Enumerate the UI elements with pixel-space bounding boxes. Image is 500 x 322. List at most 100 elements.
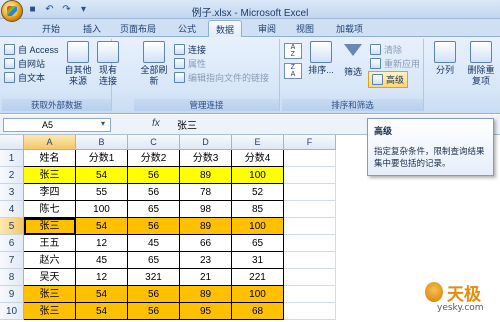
tab-review[interactable]: 审阅: [258, 22, 276, 35]
grid-cell[interactable]: 56: [128, 286, 180, 303]
grid-cell[interactable]: 100: [232, 167, 284, 184]
clear-button[interactable]: 清除: [370, 43, 402, 56]
name-box-dropdown-icon[interactable]: ▾: [101, 119, 105, 128]
from-text-button[interactable]: 自文本: [4, 71, 45, 84]
grid-cell[interactable]: 张三: [24, 167, 76, 184]
grid-cell[interactable]: [284, 269, 336, 286]
grid-cell[interactable]: 321: [128, 269, 180, 286]
tab-addins[interactable]: 加载项: [336, 22, 363, 35]
grid-cell[interactable]: 12: [76, 235, 128, 252]
grid-cell[interactable]: 65: [128, 201, 180, 218]
grid-cell[interactable]: [284, 235, 336, 252]
grid-cell[interactable]: 31: [232, 252, 284, 269]
grid-cell[interactable]: 姓名: [24, 150, 76, 167]
grid-cell[interactable]: 56: [128, 184, 180, 201]
row-header[interactable]: 10: [0, 303, 24, 320]
select-all-corner[interactable]: [0, 135, 24, 150]
grid-cell[interactable]: [284, 184, 336, 201]
grid-cell[interactable]: 陈七: [24, 201, 76, 218]
refresh-all-button[interactable]: 全部刷新: [140, 41, 168, 87]
grid-cell[interactable]: 赵六: [24, 252, 76, 269]
grid-cell[interactable]: 100: [76, 201, 128, 218]
grid-cell[interactable]: 52: [232, 184, 284, 201]
grid-cell[interactable]: 66: [180, 235, 232, 252]
row-header[interactable]: 3: [0, 184, 24, 201]
tab-page-layout[interactable]: 页面布局: [120, 22, 156, 35]
column-header[interactable]: F: [284, 135, 336, 150]
text-to-columns-button[interactable]: 分列: [432, 41, 458, 76]
grid-cell[interactable]: 100: [232, 286, 284, 303]
sort-button[interactable]: 排序...: [306, 41, 336, 76]
tab-data[interactable]: 数据: [208, 20, 243, 38]
column-header[interactable]: E: [232, 135, 284, 150]
grid-cell[interactable]: 65: [128, 252, 180, 269]
grid-cell[interactable]: 68: [232, 303, 284, 320]
grid-cell[interactable]: 56: [128, 303, 180, 320]
grid-cell[interactable]: [284, 286, 336, 303]
sort-za-button[interactable]: ZA: [284, 63, 302, 79]
grid-cell[interactable]: 95: [180, 303, 232, 320]
active-cell[interactable]: 张三: [24, 218, 76, 235]
grid-cell[interactable]: 54: [76, 286, 128, 303]
remove-duplicates-button[interactable]: 删除重复项: [464, 41, 498, 87]
column-header[interactable]: D: [180, 135, 232, 150]
column-header[interactable]: A: [24, 135, 76, 150]
grid-cell[interactable]: [284, 201, 336, 218]
grid-cell[interactable]: 李四: [24, 184, 76, 201]
reapply-button[interactable]: 重新应用: [370, 57, 420, 70]
grid-cell[interactable]: 张三: [24, 286, 76, 303]
grid-cell[interactable]: [284, 303, 336, 320]
from-web-button[interactable]: 自网站: [4, 57, 45, 70]
tab-home[interactable]: 开始: [42, 22, 60, 35]
row-header[interactable]: 4: [0, 201, 24, 218]
grid-cell[interactable]: 89: [180, 167, 232, 184]
row-header[interactable]: 1: [0, 150, 24, 167]
row-header[interactable]: 2: [0, 167, 24, 184]
grid-cell[interactable]: 85: [232, 201, 284, 218]
grid-cell[interactable]: [284, 252, 336, 269]
grid-cell[interactable]: 吴天: [24, 269, 76, 286]
grid-cell[interactable]: 78: [180, 184, 232, 201]
from-access-button[interactable]: 自 Access: [4, 43, 59, 56]
tab-formulas[interactable]: 公式: [178, 22, 196, 35]
grid-cell[interactable]: 张三: [24, 303, 76, 320]
office-button[interactable]: [1, 0, 23, 22]
grid-cell[interactable]: 分数2: [128, 150, 180, 167]
row-header[interactable]: 6: [0, 235, 24, 252]
advanced-filter-button[interactable]: 高级: [368, 71, 409, 88]
grid-cell[interactable]: 54: [76, 167, 128, 184]
tab-insert[interactable]: 插入: [83, 22, 101, 35]
grid-cell[interactable]: 221: [232, 269, 284, 286]
grid-cell[interactable]: 王五: [24, 235, 76, 252]
grid-cell[interactable]: 54: [76, 218, 128, 235]
grid-cell[interactable]: [284, 150, 336, 167]
insert-function-button[interactable]: fx: [152, 118, 160, 129]
grid-cell[interactable]: 21: [180, 269, 232, 286]
grid-cell[interactable]: 分数1: [76, 150, 128, 167]
grid-cell[interactable]: 23: [180, 252, 232, 269]
grid-cell[interactable]: 89: [180, 286, 232, 303]
grid-cell[interactable]: 45: [76, 252, 128, 269]
grid-cell[interactable]: 45: [128, 235, 180, 252]
from-other-sources-button[interactable]: 自其他来源: [64, 41, 92, 87]
grid-cell[interactable]: 54: [76, 303, 128, 320]
grid-cell[interactable]: 56: [128, 167, 180, 184]
row-header[interactable]: 5: [0, 218, 24, 235]
grid-cell[interactable]: [284, 167, 336, 184]
column-header[interactable]: B: [76, 135, 128, 150]
filter-button[interactable]: 筛选: [340, 41, 366, 78]
grid-cell[interactable]: 55: [76, 184, 128, 201]
existing-connections-button[interactable]: 现有连接: [96, 41, 120, 87]
grid-cell[interactable]: 分数3: [180, 150, 232, 167]
row-header[interactable]: 9: [0, 286, 24, 303]
edit-links-button[interactable]: 编辑指向文件的链接: [174, 71, 269, 84]
formula-input[interactable]: 张三: [177, 117, 197, 132]
tab-view[interactable]: 视图: [296, 22, 314, 35]
grid-cell[interactable]: [284, 218, 336, 235]
grid-cell[interactable]: 89: [180, 218, 232, 235]
grid-cell[interactable]: 100: [232, 218, 284, 235]
grid-cell[interactable]: 分数4: [232, 150, 284, 167]
column-header[interactable]: C: [128, 135, 180, 150]
sort-az-button[interactable]: AZ: [284, 43, 302, 59]
connections-button[interactable]: 连接: [174, 43, 206, 56]
